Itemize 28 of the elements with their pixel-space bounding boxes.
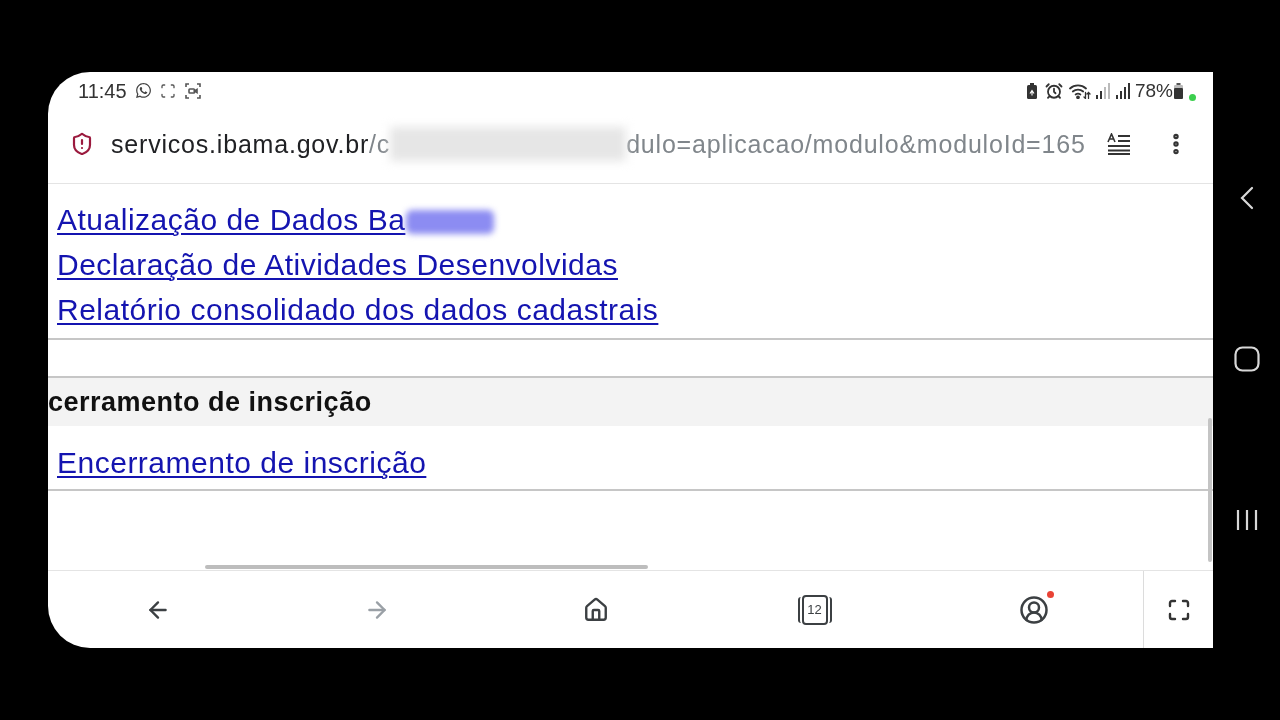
text-lines-icon[interactable] [1107, 133, 1131, 155]
signal-bars-icon [1115, 83, 1130, 99]
person-circle-icon [1018, 594, 1049, 625]
fullscreen-button[interactable] [1166, 597, 1191, 622]
wifi-icon [1068, 83, 1091, 99]
page-link[interactable]: Encerramento de inscrição [57, 445, 427, 480]
battery-icon [1174, 83, 1183, 99]
house-icon [582, 596, 609, 623]
alarm-clock-icon [1044, 82, 1063, 100]
screen-record-icon [184, 83, 201, 99]
corner-brackets-icon [1166, 597, 1191, 622]
page-link[interactable]: Declaração de Atividades Desenvolvidas [57, 247, 618, 282]
clock-time: 11:45 [78, 80, 127, 102]
vertical-scrollbar[interactable] [1208, 418, 1212, 562]
recent-apps-icon[interactable] [1235, 509, 1258, 531]
page-link[interactable]: Relatório consolidado dos dados cadastrais [57, 292, 659, 327]
battery-saver-icon [1026, 83, 1037, 99]
address-field[interactable]: servicos.ibama.gov.br/c dulo=aplicacao/modulo&moduloId=165 [111, 127, 1107, 161]
back-chevron-icon[interactable] [1239, 186, 1254, 210]
rounded-square-icon[interactable] [1233, 346, 1260, 372]
horizontal-scrollbar[interactable] [205, 565, 648, 569]
phone-bubble-icon [134, 82, 152, 99]
page-link[interactable]: Atualização de Dados Ba [57, 202, 406, 237]
security-warning-icon[interactable] [70, 132, 94, 156]
signal-bars-icon [1095, 83, 1110, 99]
section-header: cerramento de inscrição [48, 378, 1213, 426]
corner-brackets-icon [159, 83, 176, 99]
battery-percentage: 78% [1134, 80, 1173, 102]
